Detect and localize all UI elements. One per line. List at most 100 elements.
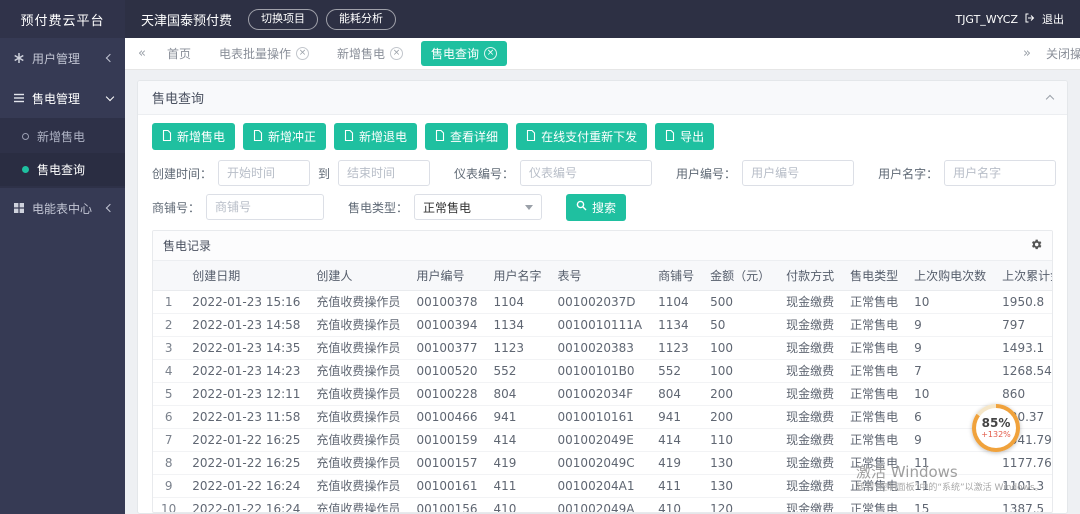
cell-userNo: 00100378 [408, 290, 486, 314]
button-label: 查看详细 [450, 130, 499, 144]
cell-date: 2022-01-22 16:25 [184, 451, 309, 475]
close-tab-icon[interactable] [390, 47, 404, 60]
table-row[interactable]: 7 2022-01-22 16:25 充值收费操作员 00100159 414 00100… [153, 428, 1052, 452]
cell-userNo: 00100520 [408, 359, 486, 383]
table-row[interactable]: 10 2022-01-22 16:24 充值收费操作员 00100156 410 0010… [153, 497, 1052, 512]
column-header[interactable]: 上次购电次数 [906, 261, 995, 291]
button-label: 新增售电 [177, 130, 226, 144]
column-header[interactable]: 金额（元） [702, 261, 779, 291]
cell-creator: 充值收费操作员 [308, 428, 409, 452]
energy-analysis-button[interactable]: 能耗分析 [326, 8, 397, 30]
column-header[interactable]: 用户名字 [485, 261, 550, 291]
sidebar: 预付费云平台 用户管理 售电管理 新增售电 售电查询 电能表中心 [0, 0, 125, 514]
close-tab-icon[interactable] [484, 47, 498, 60]
table-row[interactable]: 4 2022-01-23 14:23 充值收费操作员 00100520 552 00100… [153, 359, 1052, 383]
tabs-scroll-right-icon[interactable]: » [1016, 46, 1038, 61]
tab-home[interactable]: 首页 [157, 41, 201, 66]
cell-payMethod: 现金缴费 [778, 497, 843, 512]
tab-new-sale[interactable]: 新增售电 [327, 41, 413, 66]
close-tab-icon[interactable] [296, 47, 310, 60]
column-header[interactable]: 商铺号 [650, 261, 703, 291]
create-time-filter: 创建时间： 到 [152, 160, 431, 186]
cell-date: 2022-01-23 11:58 [184, 405, 309, 429]
cell-shopNo: 414 [650, 428, 703, 452]
cell-saleType: 正常售电 [842, 474, 907, 498]
new-correction-button[interactable]: 新增冲正 [243, 123, 327, 150]
collapse-panel-icon[interactable] [1045, 94, 1055, 104]
score-badge[interactable]: 85% +132% [972, 404, 1020, 452]
column-header[interactable]: 表号 [549, 261, 651, 291]
meter-grid-icon [12, 202, 25, 215]
cell-userNo: 00100161 [408, 474, 486, 498]
new-refund-button[interactable]: 新增退电 [334, 123, 418, 150]
table-row[interactable]: 6 2022-01-23 11:58 充值收费操作员 00100466 941 00100… [153, 405, 1052, 429]
column-header[interactable]: 创建人 [308, 261, 409, 291]
table-settings-gear-icon[interactable] [1029, 238, 1042, 254]
logout-icon [1024, 12, 1036, 27]
meter-no-label: 仪表编号： [454, 166, 515, 181]
sidebar-subitem-sale-query[interactable]: 售电查询 [0, 153, 125, 186]
user-no-input[interactable] [742, 160, 855, 186]
column-header[interactable]: 上次累计金额 [994, 261, 1052, 291]
cell-shopNo: 1104 [650, 290, 703, 314]
cell-lastCount: 11 [906, 474, 995, 498]
cell-date: 2022-01-22 16:25 [184, 428, 309, 452]
cell-lastCount: 10 [906, 382, 995, 406]
chevron-down-icon [525, 204, 534, 210]
column-header[interactable]: 创建日期 [184, 261, 309, 291]
tab-bar: « 首页 电表批量操作 新增售电 售电查询 » 关闭操作 [125, 38, 1080, 70]
export-button[interactable]: 导出 [655, 123, 715, 150]
online-pay-resend-button[interactable]: 在线支付重新下发 [516, 123, 648, 150]
tab-sale-query[interactable]: 售电查询 [421, 41, 508, 66]
close-operations-menu[interactable]: 关闭操作 [1046, 45, 1080, 62]
cell-saleType: 正常售电 [842, 405, 907, 429]
panel-title: 售电查询 [152, 92, 205, 107]
cell-saleType: 正常售电 [842, 359, 907, 383]
user-no-filter: 用户编号： [676, 160, 855, 186]
records-table: 创建日期 创建人 用户编号 用户名字 表号 商铺号 金额（元） 付款方式 售电类型 上次购电次数上… [153, 261, 1052, 512]
switch-project-button[interactable]: 切换项目 [248, 8, 319, 30]
cell-userName: 1123 [485, 336, 550, 360]
search-button[interactable]: 搜索 [566, 193, 627, 221]
tab-meter-batch[interactable]: 电表批量操作 [209, 41, 319, 66]
table-row[interactable]: 2 2022-01-23 14:58 充值收费操作员 00100394 1134 0010… [153, 313, 1052, 337]
document-icon [253, 129, 263, 144]
column-header[interactable]: 用户编号 [408, 261, 486, 291]
table-row[interactable]: 3 2022-01-23 14:35 充值收费操作员 00100377 1123 0010… [153, 336, 1052, 360]
tabs-scroll-left-icon[interactable]: « [131, 46, 153, 61]
table-row[interactable]: 8 2022-01-22 16:25 充值收费操作员 00100157 419 00100… [153, 451, 1052, 475]
toolbar: 新增售电 新增冲正 新增退电 查看详细 在线支付重新下发 导出 [138, 115, 1067, 156]
sidebar-subitem-new-sale[interactable]: 新增售电 [0, 120, 125, 153]
start-time-input[interactable] [218, 160, 311, 186]
cell-shopNo: 411 [650, 474, 703, 498]
user-name-input[interactable] [944, 160, 1057, 186]
sale-type-select[interactable]: 正常售电 [414, 194, 543, 220]
app-window: 预付费云平台 用户管理 售电管理 新增售电 售电查询 电能表中心 天津国泰预付费… [0, 0, 1080, 514]
cell-date: 2022-01-22 16:24 [184, 474, 309, 498]
to-label: 到 [318, 166, 331, 181]
column-header[interactable]: 付款方式 [778, 261, 843, 291]
logout-button[interactable]: 退出 [1042, 11, 1064, 27]
row-index: 8 [153, 451, 185, 475]
cell-amount: 200 [702, 382, 779, 406]
cell-creator: 充值收费操作员 [308, 290, 409, 314]
shop-no-input[interactable] [206, 194, 325, 220]
column-header[interactable]: 售电类型 [842, 261, 907, 291]
view-detail-button[interactable]: 查看详细 [425, 123, 509, 150]
table-row[interactable]: 5 2022-01-23 12:11 充值收费操作员 00100228 804 00100… [153, 382, 1052, 406]
sidebar-item-meter-center[interactable]: 电能表中心 [0, 188, 125, 228]
button-label: 新增冲正 [268, 130, 317, 144]
new-sale-button[interactable]: 新增售电 [152, 123, 236, 150]
table-row[interactable]: 1 2022-01-23 15:16 充值收费操作员 00100378 1104 0010… [153, 290, 1052, 314]
end-time-input[interactable] [338, 160, 431, 186]
table-row[interactable]: 9 2022-01-22 16:24 充值收费操作员 00100161 411 00100… [153, 474, 1052, 498]
cell-shopNo: 419 [650, 451, 703, 475]
sidebar-item-label: 电能表中心 [32, 201, 93, 216]
sidebar-item-user-management[interactable]: 用户管理 [0, 38, 125, 78]
sidebar-item-sale-management[interactable]: 售电管理 [0, 78, 125, 118]
meter-no-input[interactable] [520, 160, 653, 186]
cell-saleType: 正常售电 [842, 313, 907, 337]
cell-lastCount: 15 [906, 497, 995, 512]
sale-type-label: 售电类型： [348, 200, 409, 215]
row-index: 9 [153, 474, 185, 498]
